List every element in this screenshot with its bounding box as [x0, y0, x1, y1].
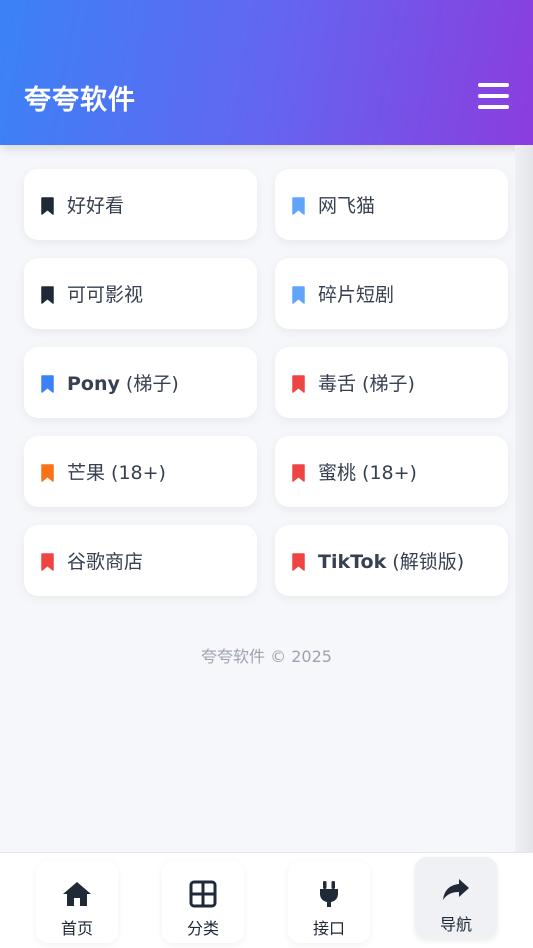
nav-navigation-label: 导航: [439, 915, 472, 934]
card-label-text: 好好看: [67, 195, 125, 217]
hamburger-line: [478, 105, 509, 109]
bookmark-icon: [292, 553, 305, 571]
card-label-text: 毒舌 (梯子): [318, 373, 415, 395]
card-label-text: 蜜桃 (18+): [318, 462, 417, 484]
app-header: 夸夸软件: [0, 0, 533, 145]
card-mangguo[interactable]: 芒果 (18+): [24, 436, 257, 507]
bookmark-icon: [292, 197, 305, 215]
card-label-text: 网飞猫: [318, 195, 376, 217]
card-label: 毒舌 (梯子): [318, 369, 415, 396]
card-label-text: (梯子): [119, 373, 179, 395]
card-label: 网飞猫: [318, 191, 375, 218]
card-haohaokan[interactable]: 好好看: [24, 169, 257, 240]
card-label-text: 可可影视: [67, 284, 144, 306]
card-suipianduanju[interactable]: 碎片短剧: [275, 258, 508, 329]
card-label: 可可影视: [67, 280, 143, 307]
nav-navigation[interactable]: 导航: [415, 857, 497, 939]
card-label: TikTok (解锁版): [318, 547, 464, 574]
nav-home-label: 首页: [60, 919, 93, 938]
card-tiktok[interactable]: TikTok (解锁版): [275, 525, 508, 596]
card-label: 碎片短剧: [318, 280, 394, 307]
nav-category[interactable]: 分类: [162, 861, 244, 943]
bookmark-icon: [292, 286, 305, 304]
card-pony[interactable]: Pony (梯子): [24, 347, 257, 418]
card-label-bold: Pony: [67, 373, 120, 395]
card-label-text: 芒果 (18+): [67, 462, 166, 484]
card-label: Pony (梯子): [67, 369, 179, 396]
card-label-text: (解锁版): [386, 551, 465, 573]
card-gugeshangdian[interactable]: 谷歌商店: [24, 525, 257, 596]
card-mitao[interactable]: 蜜桃 (18+): [275, 436, 508, 507]
grid-icon: [189, 880, 217, 908]
card-label-bold: TikTok: [318, 551, 387, 573]
card-kekeyingshi[interactable]: 可可影视: [24, 258, 257, 329]
card-label: 谷歌商店: [67, 547, 143, 574]
nav-category-label: 分类: [186, 919, 219, 938]
share-icon: [443, 879, 469, 900]
bookmark-icon: [41, 464, 54, 482]
card-label: 芒果 (18+): [67, 458, 166, 485]
nav-interface-label: 接口: [312, 919, 345, 938]
card-wangfeimao[interactable]: 网飞猫: [275, 169, 508, 240]
scrollbar[interactable]: [515, 145, 533, 852]
card-dushe[interactable]: 毒舌 (梯子): [275, 347, 508, 418]
app-title: 夸夸软件: [24, 85, 136, 116]
bookmark-icon: [292, 375, 305, 393]
app-grid: 好好看 网飞猫可可影视 碎片短剧 Pony (梯子) 毒舌 (梯子) 芒果 (18+) 蜜桃…: [24, 169, 509, 596]
plug-icon: [320, 881, 338, 907]
hamburger-line: [478, 83, 509, 87]
card-label-text: 碎片短剧: [318, 284, 395, 306]
card-label-text: 谷歌商店: [67, 551, 144, 573]
nav-home[interactable]: 首页: [36, 861, 118, 943]
footer-copyright: 夸夸软件 © 2025: [201, 647, 332, 666]
home-icon: [63, 882, 91, 906]
hamburger-line: [478, 94, 509, 98]
bookmark-icon: [41, 375, 54, 393]
bookmark-icon: [41, 286, 54, 304]
bookmark-icon: [41, 553, 54, 571]
card-label: 好好看: [67, 191, 124, 218]
menu-button[interactable]: [476, 82, 510, 112]
bookmark-icon: [41, 197, 54, 215]
card-label: 蜜桃 (18+): [318, 458, 417, 485]
bookmark-icon: [292, 464, 305, 482]
nav-interface[interactable]: 接口: [288, 861, 370, 943]
bottom-nav: 首页 分类 接口 导航: [0, 852, 533, 948]
